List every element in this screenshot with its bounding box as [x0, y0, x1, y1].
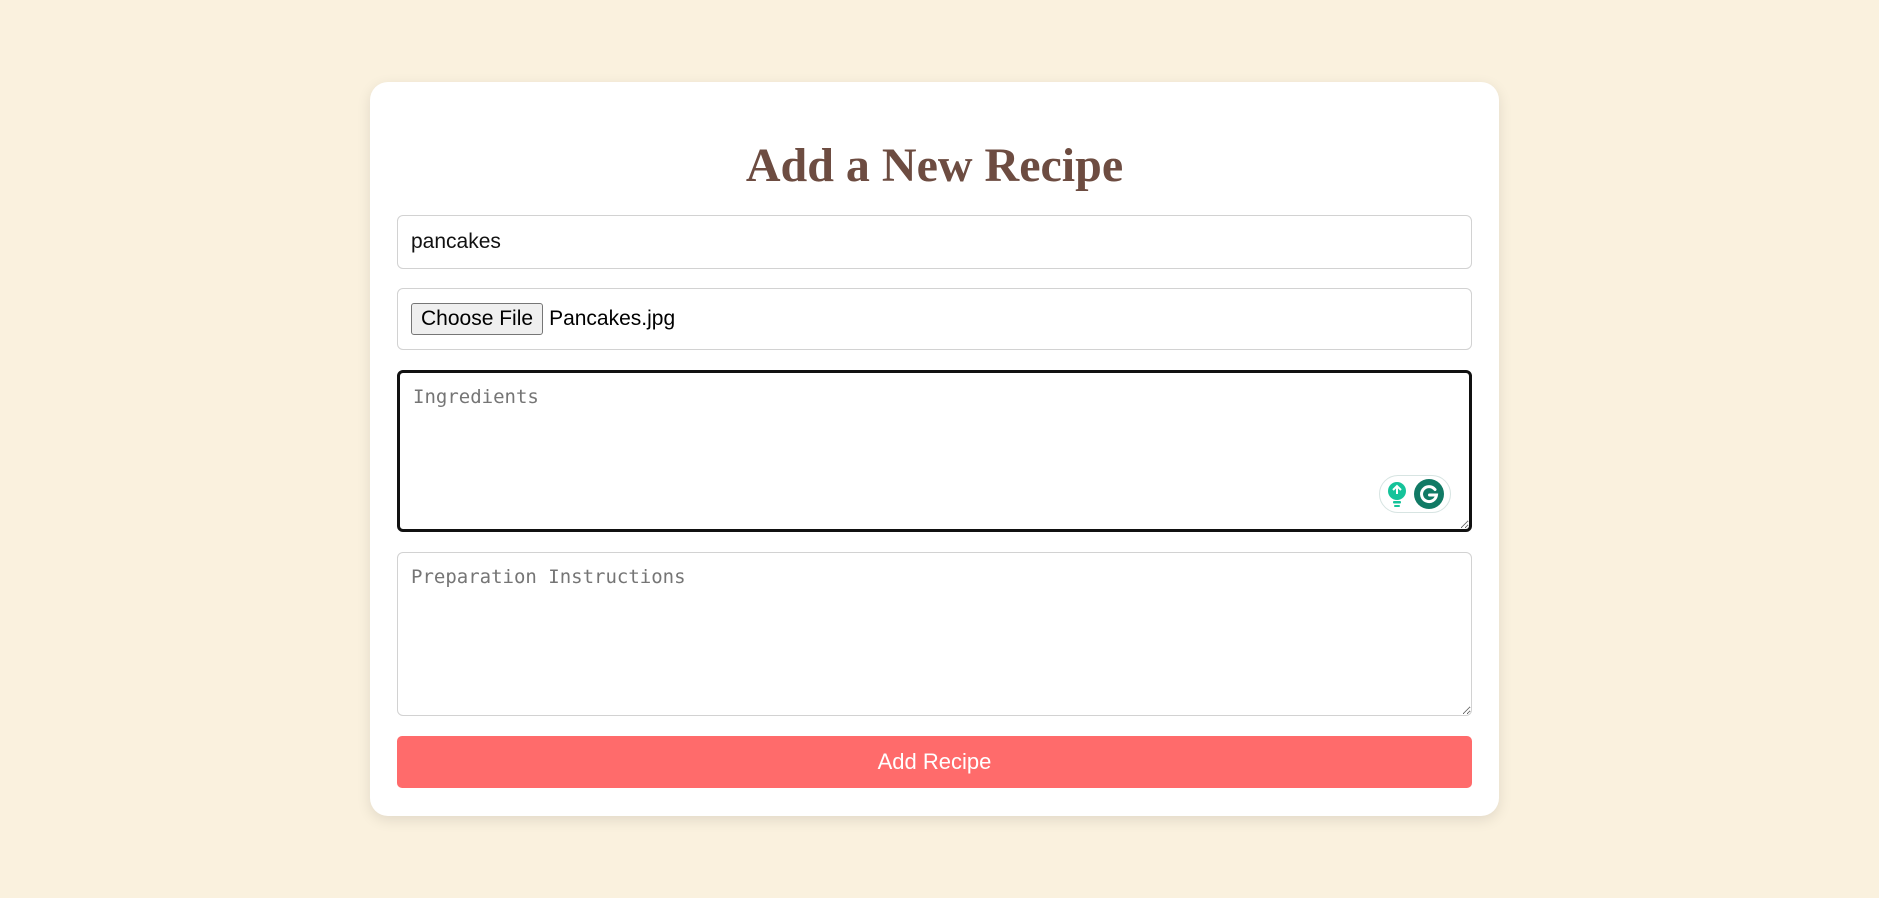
page-title: Add a New Recipe — [745, 139, 1124, 192]
grammarly-g-icon[interactable] — [1414, 479, 1444, 509]
image-file-field: Choose File Pancakes.jpg — [397, 288, 1472, 350]
choose-file-button[interactable]: Choose File — [411, 303, 544, 335]
recipe-name-input[interactable] — [397, 215, 1472, 269]
instructions-textarea[interactable] — [397, 552, 1472, 716]
grammarly-widget[interactable] — [1379, 475, 1451, 513]
recipe-form-card: Add a New Recipe Choose File Pancakes.jp… — [370, 82, 1499, 816]
lightbulb-icon[interactable] — [1386, 480, 1408, 508]
ingredients-textarea[interactable] — [397, 370, 1472, 532]
selected-file-name: Pancakes.jpg — [549, 307, 676, 330]
add-recipe-button[interactable]: Add Recipe — [397, 736, 1472, 788]
